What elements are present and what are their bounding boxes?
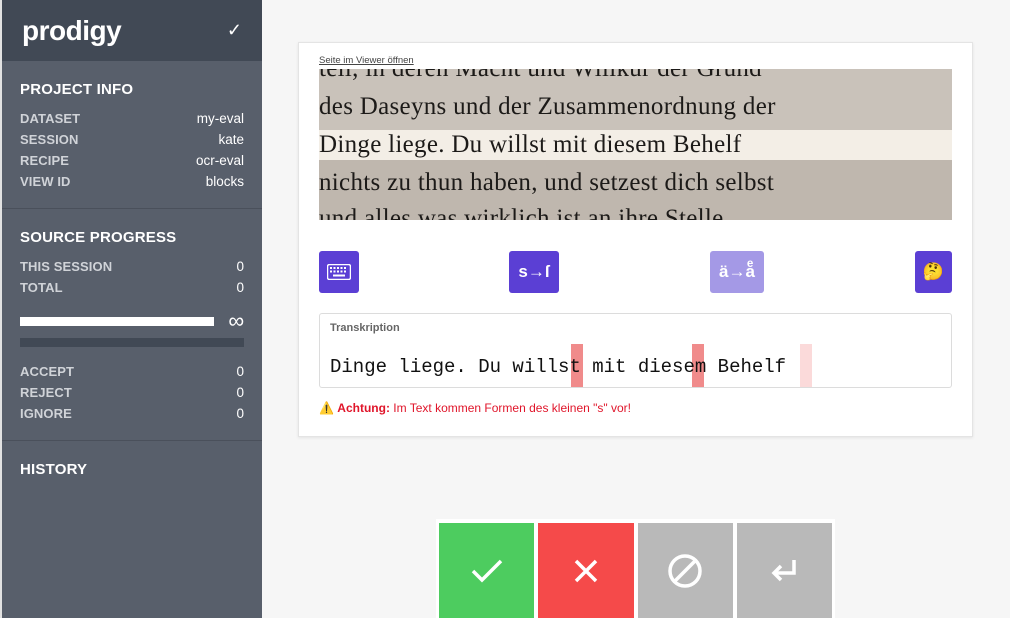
count-row-ignore: IGNORE 0 bbox=[20, 406, 244, 421]
infinity-icon: ∞ bbox=[228, 308, 244, 333]
info-row-view-id: VIEW ID blocks bbox=[20, 174, 244, 189]
char-highlight bbox=[800, 344, 812, 387]
app-logo: prodigy bbox=[22, 14, 122, 46]
check-icon[interactable]: ✓ bbox=[227, 20, 242, 41]
project-info-section: PROJECT INFO DATASET my-eval SESSION kat… bbox=[2, 61, 262, 209]
scan-line: und alles was wirklich ist an ihre Stell… bbox=[319, 205, 724, 220]
umlaut-button[interactable]: ä→aͤ bbox=[710, 251, 764, 293]
warning-message: ⚠️ Achtung: Im Text kommen Formen des kl… bbox=[319, 401, 631, 415]
info-row-session: SESSION kate bbox=[20, 132, 244, 147]
progress-row-total: TOTAL 0 bbox=[20, 280, 244, 295]
history-title: HISTORY bbox=[20, 461, 88, 478]
source-progress-section: SOURCE PROGRESS THIS SESSION 0 TOTAL 0 ∞… bbox=[2, 209, 262, 441]
progress-bar bbox=[20, 316, 214, 326]
progress-bar-wrap: ∞ bbox=[20, 308, 244, 333]
logo-bar: prodigy ✓ bbox=[2, 0, 262, 61]
warning-text: Im Text kommen Formen des kleinen "s" vo… bbox=[389, 401, 632, 415]
task-card: Seite im Viewer öffnen teil, in deren Ma… bbox=[298, 42, 973, 437]
info-row-recipe: RECIPE ocr-eval bbox=[20, 153, 244, 168]
project-info-title: PROJECT INFO bbox=[20, 81, 134, 98]
scan-line: nichts zu thun haben, und setzest dich s… bbox=[319, 169, 775, 196]
thinking-face-icon: 🤔 bbox=[922, 262, 945, 281]
keyboard-icon bbox=[327, 264, 351, 280]
accept-button[interactable] bbox=[439, 523, 535, 618]
session-progress-bar bbox=[20, 338, 244, 347]
scan-line: teil, in deren Macht und Willkür der Gru… bbox=[319, 69, 762, 83]
scan-line: des Daseyns und der Zusammenordnung der bbox=[319, 93, 776, 120]
long-s-button[interactable]: s→ſ bbox=[509, 251, 559, 293]
action-bar bbox=[436, 519, 835, 618]
reject-button[interactable] bbox=[538, 523, 634, 618]
count-row-reject: REJECT 0 bbox=[20, 385, 244, 400]
progress-row-this-session: THIS SESSION 0 bbox=[20, 259, 244, 274]
scan-line-highlighted: Dinge liege. Du willst mit diesem Behelf bbox=[319, 131, 742, 158]
thinking-face-button[interactable]: 🤔 bbox=[915, 251, 952, 293]
info-row-dataset: DATASET my-eval bbox=[20, 111, 244, 126]
undo-icon bbox=[771, 559, 797, 581]
history-section: HISTORY bbox=[2, 441, 262, 504]
check-icon bbox=[471, 559, 502, 582]
scanned-text-image: teil, in deren Macht und Willkür der Gru… bbox=[319, 69, 952, 220]
sidebar: prodigy ✓ PROJECT INFO DATASET my-eval S… bbox=[0, 0, 262, 618]
warning-icon: ⚠️ bbox=[319, 401, 334, 415]
ignore-button[interactable] bbox=[637, 523, 733, 618]
source-progress-title: SOURCE PROGRESS bbox=[20, 229, 177, 246]
open-in-viewer-link[interactable]: Seite im Viewer öffnen bbox=[319, 55, 414, 66]
warning-prefix: Achtung: bbox=[337, 401, 390, 415]
transcription-box[interactable]: Transkription Dinge liege. Du willst mit… bbox=[319, 313, 952, 388]
transcription-text[interactable]: Dinge liege. Du willst mit diesem Behelf bbox=[330, 356, 786, 378]
count-row-accept: ACCEPT 0 bbox=[20, 364, 244, 379]
keyboard-button[interactable] bbox=[319, 251, 359, 293]
ignore-icon bbox=[668, 553, 702, 588]
undo-button[interactable] bbox=[736, 523, 832, 618]
transcription-label: Transkription bbox=[330, 322, 400, 334]
close-icon bbox=[574, 559, 598, 582]
